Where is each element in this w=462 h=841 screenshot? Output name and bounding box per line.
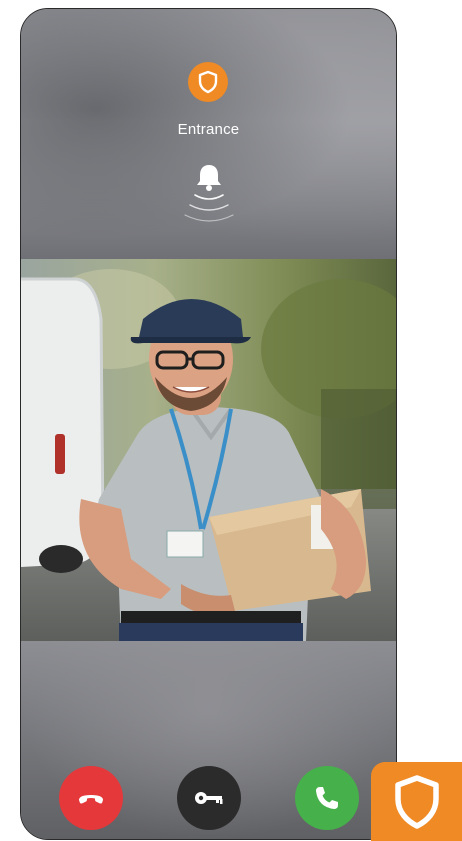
shield-icon [198,70,218,94]
shield-logo-icon [394,774,439,829]
door-title: Entrance [177,121,240,138]
accept-call-button[interactable] [295,766,359,830]
key-icon [195,792,223,804]
decline-call-button[interactable] [59,766,123,830]
shield-badge [188,62,228,102]
phone-icon [316,787,338,809]
unlock-door-button[interactable] [177,766,241,830]
video-feed [21,259,396,641]
bell-ringing-icon [184,165,234,222]
brand-logo-tile [371,762,462,841]
visitor-photo [21,259,396,641]
phone-frame: Entrance [20,8,397,840]
phone-hangup-icon [79,795,103,804]
